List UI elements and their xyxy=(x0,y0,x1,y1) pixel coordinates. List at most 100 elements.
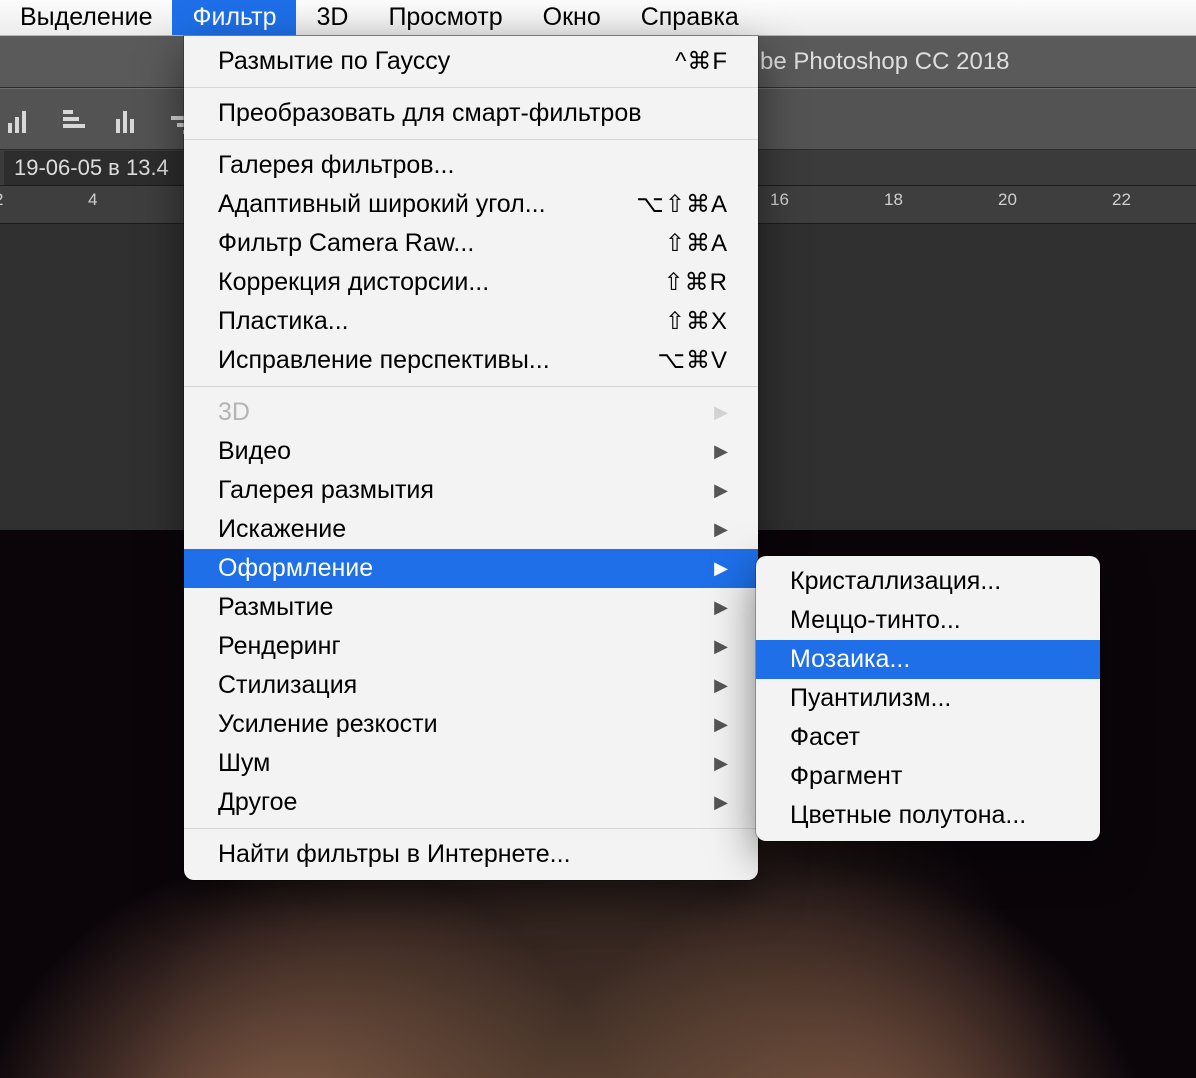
menu-shortcut: ⇧⌘A xyxy=(665,229,728,258)
menu-separator xyxy=(184,87,758,88)
menu-item-label: Фильтр Camera Raw... xyxy=(218,229,653,258)
menu-item-label: Фасет xyxy=(790,723,1070,752)
submenu-arrow-icon: ▶ xyxy=(714,597,728,618)
menu-sub-sharpen[interactable]: Усиление резкости ▶ xyxy=(184,705,758,744)
submenu-arrow-icon: ▶ xyxy=(714,636,728,657)
menu-separator xyxy=(184,386,758,387)
menu-shortcut: ⇧⌘R xyxy=(664,268,728,297)
menu-view-label: Просмотр xyxy=(388,3,502,32)
menu-camera-raw[interactable]: Фильтр Camera Raw... ⇧⌘A xyxy=(184,224,758,263)
menu-sub-3d: 3D ▶ xyxy=(184,393,758,432)
menu-item-label: Меццо-тинто... xyxy=(790,606,1070,635)
menu-last-filter[interactable]: Размытие по Гауссу ^⌘F xyxy=(184,42,758,81)
menu-shortcut: ^⌘F xyxy=(675,47,728,76)
ruler-tick: 22 xyxy=(1112,190,1131,210)
menu-view[interactable]: Просмотр xyxy=(368,0,522,35)
submenu-arrow-icon: ▶ xyxy=(714,441,728,462)
menu-convert-smart[interactable]: Преобразовать для смарт-фильтров xyxy=(184,94,758,133)
menu-separator xyxy=(184,828,758,829)
submenu-arrow-icon: ▶ xyxy=(714,519,728,540)
align-bottom-icon[interactable] xyxy=(6,105,34,133)
menu-browse-online[interactable]: Найти фильтры в Интернете... xyxy=(184,835,758,874)
menu-filter-label: Фильтр xyxy=(192,3,276,32)
menu-item-label: Цветные полутона... xyxy=(790,801,1070,830)
menu-item-label: Стилизация xyxy=(218,671,702,700)
menu-sub-noise[interactable]: Шум ▶ xyxy=(184,744,758,783)
filter-dropdown: Размытие по Гауссу ^⌘F Преобразовать для… xyxy=(184,36,758,880)
menu-item-label: Кристаллизация... xyxy=(790,567,1070,596)
menu-item-label: Другое xyxy=(218,788,702,817)
submenu-fragment[interactable]: Фрагмент xyxy=(756,757,1100,796)
submenu-arrow-icon: ▶ xyxy=(714,753,728,774)
menu-sub-video[interactable]: Видео ▶ xyxy=(184,432,758,471)
menu-item-label: Найти фильтры в Интернете... xyxy=(218,840,728,869)
align-left-icon[interactable] xyxy=(60,105,88,133)
menu-item-label: Пластика... xyxy=(218,307,653,336)
menu-item-label: Рендеринг xyxy=(218,632,702,661)
menu-item-label: Преобразовать для смарт-фильтров xyxy=(218,99,728,128)
menu-item-label: Искажение xyxy=(218,515,702,544)
menu-item-label: Размытие xyxy=(218,593,702,622)
menu-separator xyxy=(184,139,758,140)
submenu-color-halftone[interactable]: Цветные полутона... xyxy=(756,796,1100,835)
menu-item-label: 3D xyxy=(218,398,702,427)
menu-item-label: Галерея фильтров... xyxy=(218,151,728,180)
pixelate-submenu: Кристаллизация... Меццо-тинто... Мозаика… xyxy=(756,556,1100,841)
submenu-arrow-icon: ▶ xyxy=(714,714,728,735)
menu-item-label: Видео xyxy=(218,437,702,466)
menu-item-label: Размытие по Гауссу xyxy=(218,47,663,76)
submenu-arrow-icon: ▶ xyxy=(714,480,728,501)
submenu-pointillize[interactable]: Пуантилизм... xyxy=(756,679,1100,718)
menu-item-label: Шум xyxy=(218,749,702,778)
ruler-tick: 20 xyxy=(998,190,1017,210)
menu-item-label: Фрагмент xyxy=(790,762,1070,791)
menu-sub-distort[interactable]: Искажение ▶ xyxy=(184,510,758,549)
submenu-arrow-icon: ▶ xyxy=(714,792,728,813)
menu-window-label: Окно xyxy=(543,3,601,32)
menu-item-label: Коррекция дисторсии... xyxy=(218,268,652,297)
ruler-tick: 2 xyxy=(0,190,3,210)
menu-adaptive-wide[interactable]: Адаптивный широкий угол... ⌥⇧⌘A xyxy=(184,185,758,224)
menu-help[interactable]: Справка xyxy=(621,0,759,35)
submenu-mosaic[interactable]: Мозаика... xyxy=(756,640,1100,679)
submenu-facet[interactable]: Фасет xyxy=(756,718,1100,757)
menu-item-label: Оформление xyxy=(218,554,702,583)
menu-sub-blur[interactable]: Размытие ▶ xyxy=(184,588,758,627)
menu-sub-blur-gallery[interactable]: Галерея размытия ▶ xyxy=(184,471,758,510)
menu-liquify[interactable]: Пластика... ⇧⌘X xyxy=(184,302,758,341)
menu-3d-label: 3D xyxy=(316,3,348,32)
menu-sub-render[interactable]: Рендеринг ▶ xyxy=(184,627,758,666)
ruler-tick: 4 xyxy=(88,190,97,210)
submenu-crystallize[interactable]: Кристаллизация... xyxy=(756,562,1100,601)
submenu-mezzotint[interactable]: Меццо-тинто... xyxy=(756,601,1100,640)
menu-selection[interactable]: Выделение xyxy=(0,0,172,35)
menu-lens-correction[interactable]: Коррекция дисторсии... ⇧⌘R xyxy=(184,263,758,302)
menu-3d[interactable]: 3D xyxy=(296,0,368,35)
submenu-arrow-icon: ▶ xyxy=(714,675,728,696)
align-center-icon[interactable] xyxy=(114,105,142,133)
menu-item-label: Усиление резкости xyxy=(218,710,702,739)
menubar: Выделение Фильтр 3D Просмотр Окно Справк… xyxy=(0,0,1196,36)
document-tab[interactable]: 19-06-05 в 13.4 xyxy=(4,151,183,185)
menu-filter[interactable]: Фильтр xyxy=(172,0,296,35)
menu-sub-stylize[interactable]: Стилизация ▶ xyxy=(184,666,758,705)
menu-vanishing-point[interactable]: Исправление перспективы... ⌥⌘V xyxy=(184,341,758,380)
submenu-arrow-icon: ▶ xyxy=(714,558,728,579)
menu-sub-pixelate[interactable]: Оформление ▶ xyxy=(184,549,758,588)
menu-item-label: Исправление перспективы... xyxy=(218,346,645,375)
ruler-tick: 16 xyxy=(770,190,789,210)
menu-selection-label: Выделение xyxy=(20,3,152,32)
menu-item-label: Адаптивный широкий угол... xyxy=(218,190,624,219)
document-tab-label: 19-06-05 в 13.4 xyxy=(14,155,169,180)
menu-item-label: Пуантилизм... xyxy=(790,684,1070,713)
menu-filter-gallery[interactable]: Галерея фильтров... xyxy=(184,146,758,185)
menu-shortcut: ⌥⇧⌘A xyxy=(636,190,728,219)
menu-sub-other[interactable]: Другое ▶ xyxy=(184,783,758,822)
submenu-arrow-icon: ▶ xyxy=(714,402,728,423)
menu-shortcut: ⇧⌘X xyxy=(665,307,728,336)
menu-help-label: Справка xyxy=(641,3,739,32)
menu-window[interactable]: Окно xyxy=(523,0,621,35)
menu-item-label: Галерея размытия xyxy=(218,476,702,505)
app-title: be Photoshop CC 2018 xyxy=(760,48,1010,76)
menu-item-label: Мозаика... xyxy=(790,645,1070,674)
